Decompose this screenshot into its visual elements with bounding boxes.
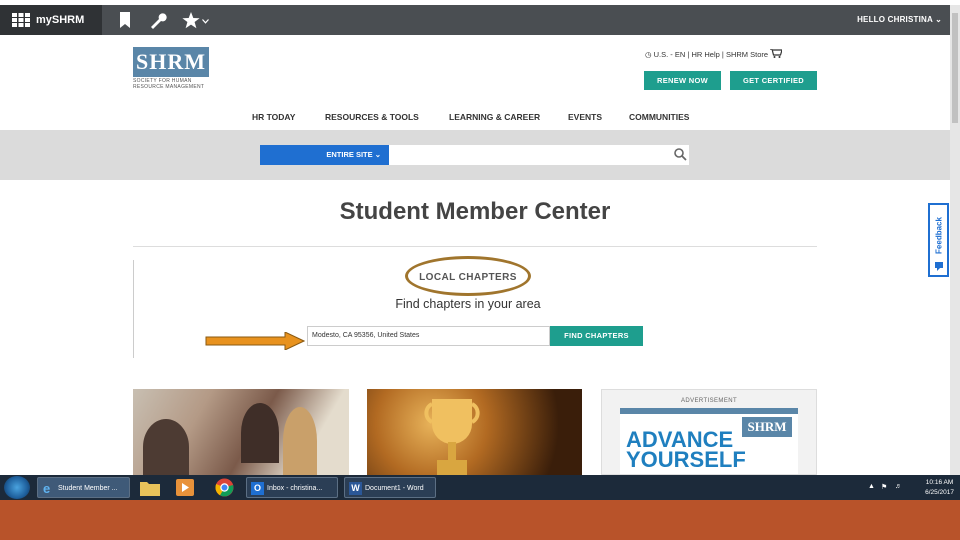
nav-item-events[interactable]: EVENTS	[568, 112, 602, 122]
folder-icon[interactable]	[140, 479, 160, 496]
bottom-band	[0, 500, 960, 540]
top-bar: mySHRM HELLO CHRISTINA ⌄	[0, 5, 950, 35]
wrench-icon[interactable]	[149, 12, 167, 29]
action-center-icon[interactable]: ⚑	[881, 483, 887, 491]
annotation-arrow-icon	[205, 332, 305, 350]
scrollbar-thumb[interactable]	[952, 13, 958, 123]
shrm-store-link[interactable]: SHRM Store	[726, 50, 768, 59]
find-chapters-button[interactable]: FIND CHAPTERS	[550, 326, 643, 346]
divider-vertical	[133, 260, 134, 358]
windows-taskbar: e Student Member ... O Inbox - christina…	[0, 475, 960, 500]
word-icon: W	[349, 482, 362, 495]
user-greeting[interactable]: HELLO CHRISTINA ⌄	[857, 15, 942, 24]
divider	[133, 246, 817, 247]
chevron-down-icon[interactable]	[202, 19, 209, 24]
nav-item-communities[interactable]: COMMUNITIES	[629, 112, 689, 122]
tray-expand-icon[interactable]: ▲	[868, 483, 875, 490]
ad-banner[interactable]: ADVANCE YOURSELF SHRM	[620, 408, 798, 474]
chrome-icon[interactable]	[215, 478, 234, 497]
students-image[interactable]	[133, 389, 349, 475]
trophy-image[interactable]	[367, 389, 582, 475]
get-certified-button[interactable]: GET CERTIFIED	[730, 71, 817, 90]
ad-headline: ADVANCE YOURSELF	[626, 427, 746, 472]
shrm-logo[interactable]: SHRM SOCIETY FOR HUMAN RESOURCE MANAGEME…	[133, 47, 211, 90]
ad-label: ADVERTISEMENT	[680, 398, 738, 404]
ad-logo: SHRM	[742, 417, 792, 437]
logo-mark: SHRM	[133, 47, 209, 77]
ie-icon: e	[43, 481, 51, 496]
scrollbar[interactable]	[950, 5, 960, 475]
region-selector[interactable]: U.S. - EN	[654, 50, 686, 59]
advertisement[interactable]: ADVERTISEMENT ADVANCE YOURSELF SHRM	[601, 389, 817, 475]
volume-icon[interactable]: ♬	[895, 483, 902, 490]
utility-links: ◷ U.S. - EN | HR Help | SHRM Store	[645, 48, 783, 59]
task-browser[interactable]: e Student Member ...	[37, 477, 130, 498]
logo-subtext: SOCIETY FOR HUMAN RESOURCE MANAGEMENT	[133, 78, 205, 90]
cart-icon[interactable]	[770, 48, 783, 58]
mysrhm-menu[interactable]: mySHRM	[0, 5, 102, 35]
section-subtitle: Find chapters in your area	[395, 297, 541, 311]
star-icon[interactable]	[182, 12, 200, 29]
search-icon[interactable]	[674, 148, 687, 161]
search-scope-dropdown[interactable]: ENTIRE SITE ⌄	[260, 145, 389, 165]
renew-now-button[interactable]: RENEW NOW	[644, 71, 721, 90]
task-word[interactable]: W Document1 - Word	[344, 477, 436, 498]
brand-label: mySHRM	[36, 14, 85, 26]
hr-help-link[interactable]: HR Help	[691, 50, 719, 59]
start-button[interactable]	[4, 476, 30, 499]
feedback-tab[interactable]: Feedback	[928, 203, 949, 277]
trophy-icon	[424, 399, 480, 475]
grid-icon	[12, 13, 30, 27]
feedback-icon	[935, 262, 943, 271]
media-player-icon[interactable]	[176, 479, 194, 496]
task-outlook[interactable]: O Inbox - christina...	[246, 477, 338, 498]
bookmark-icon[interactable]	[119, 12, 131, 28]
location-input[interactable]: Modesto, CA 95356, United States	[307, 326, 550, 346]
section-label: LOCAL CHAPTERS	[419, 272, 517, 283]
globe-icon: ◷	[645, 50, 652, 59]
outlook-icon: O	[251, 482, 264, 495]
nav-item-hr-today[interactable]: HR TODAY	[252, 112, 295, 122]
page-title: Student Member Center	[339, 198, 611, 225]
nav-item-resources-tools[interactable]: RESOURCES & TOOLS	[325, 112, 419, 122]
system-clock[interactable]: 10:16 AM 6/25/2017	[925, 478, 954, 498]
nav-item-learning-career[interactable]: LEARNING & CAREER	[449, 112, 540, 122]
site-search-input[interactable]	[389, 145, 689, 165]
